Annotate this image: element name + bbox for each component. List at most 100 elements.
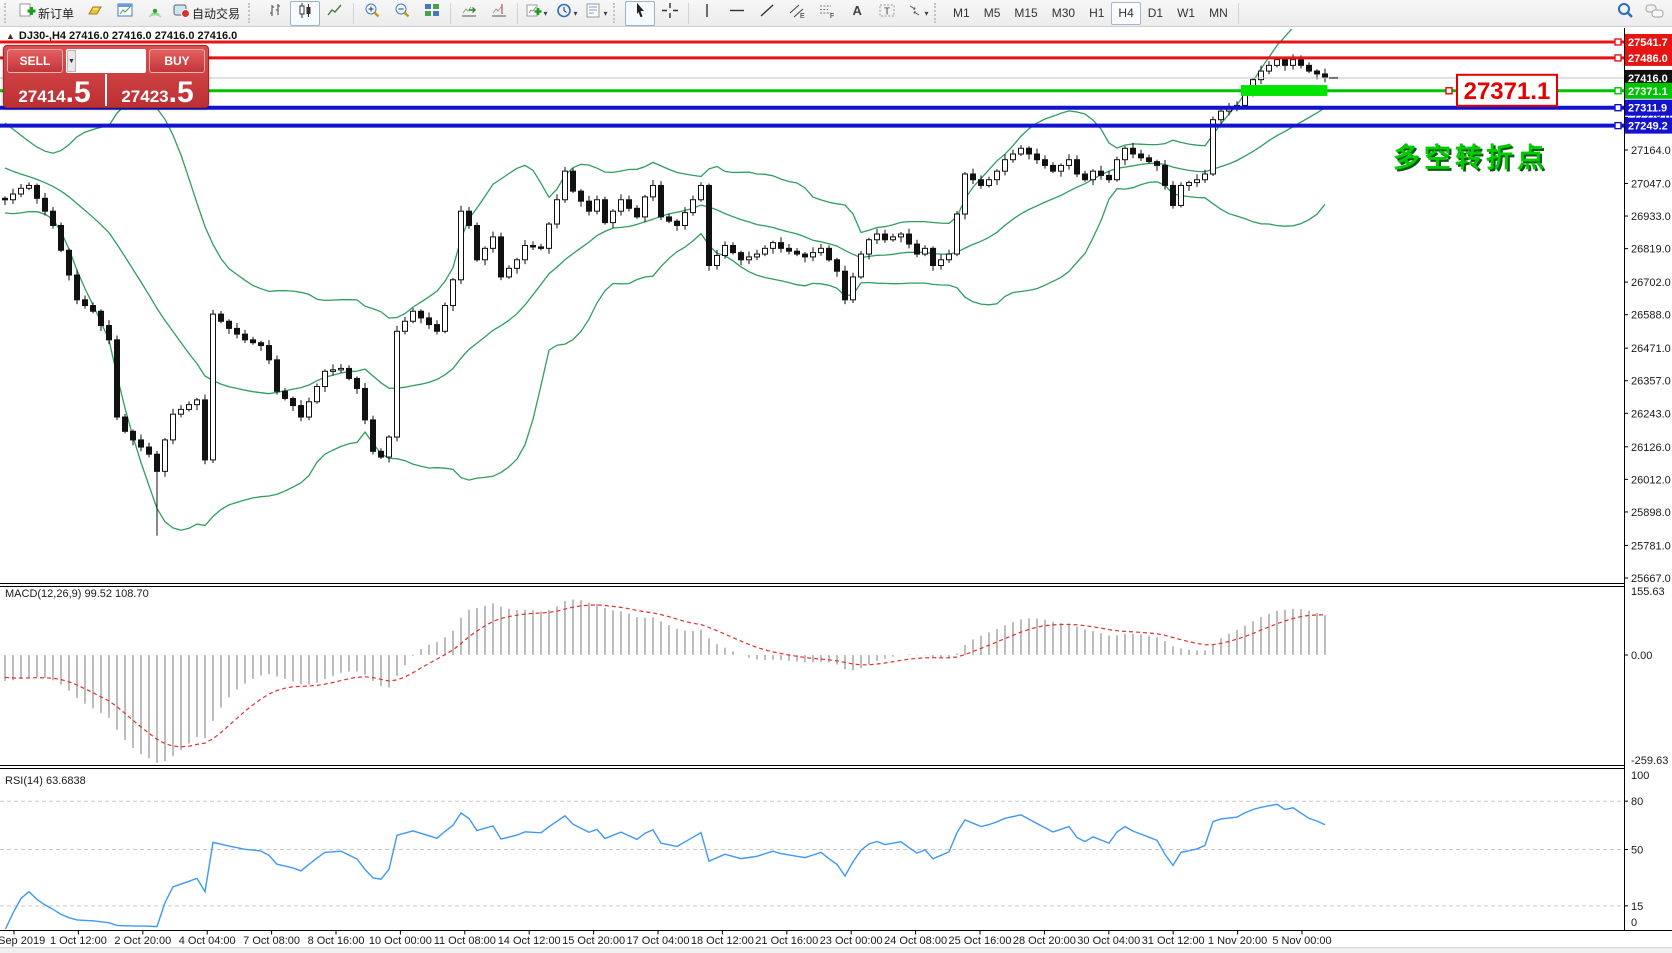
- line-anchor-marker: [1446, 88, 1452, 94]
- chart-window-icon: [116, 2, 134, 24]
- timeframe-m15-button[interactable]: M15: [1007, 2, 1044, 25]
- cn-annotation-text[interactable]: 多空转折点: [1393, 142, 1548, 173]
- timeframe-label: M15: [1014, 6, 1037, 20]
- equidistant-channel-button[interactable]: E: [782, 1, 812, 26]
- timeframe-m30-button[interactable]: M30: [1045, 2, 1082, 25]
- one-click-trading-panel: SELL ▼ ▲ BUY 27414 .5 27423 .5: [3, 45, 209, 108]
- vertical-line-button[interactable]: [692, 1, 722, 26]
- buy-price[interactable]: 27423 .5: [105, 74, 208, 106]
- timeframe-label: M30: [1052, 6, 1075, 20]
- zoom-in-button[interactable]: [357, 1, 387, 26]
- svg-text:26012.0: 26012.0: [1631, 474, 1671, 486]
- chat-bubbles-icon: [1645, 2, 1665, 25]
- price-badge: 27249.2: [1625, 118, 1672, 134]
- time-axis-label: 24 Oct 08:00: [884, 935, 947, 947]
- time-axis-label: 2 Oct 20:00: [114, 935, 171, 947]
- toolbar-separator: [517, 3, 518, 24]
- toolbar-separator: [1238, 3, 1239, 24]
- candlestick-chart-button[interactable]: [290, 1, 320, 26]
- text-button[interactable]: A: [842, 1, 872, 26]
- auto-scroll-button[interactable]: [454, 1, 484, 26]
- timeframe-label: M5: [984, 6, 1001, 20]
- timeframe-m5-button[interactable]: M5: [977, 2, 1008, 25]
- line-chart-button[interactable]: [320, 1, 350, 26]
- svg-text:26357.0: 26357.0: [1631, 376, 1671, 388]
- timeframe-mn-button[interactable]: MN: [1202, 2, 1235, 25]
- text-label-button[interactable]: T: [872, 1, 902, 26]
- time-axis-label: 21 Oct 16:00: [755, 935, 818, 947]
- macd-label: MACD(12,26,9) 99.52 108.70: [5, 588, 149, 600]
- dropdown-caret-icon: ▾: [544, 9, 548, 18]
- indicators-button[interactable]: ▾: [521, 1, 551, 26]
- new-order-button[interactable]: 新订单: [16, 1, 80, 26]
- tile-windows-button[interactable]: [417, 1, 447, 26]
- buy-price-main: 27423: [121, 88, 168, 105]
- sell-price-pips: .5: [66, 80, 91, 106]
- toolbar-grip: [934, 3, 942, 23]
- svg-text:80: 80: [1631, 796, 1643, 808]
- time-axis-label: 31 Oct 12:00: [1142, 935, 1205, 947]
- arrows-button[interactable]: ▾: [902, 1, 932, 26]
- time-axis-label: 23 Oct 00:00: [820, 935, 883, 947]
- timeframe-d1-button[interactable]: D1: [1141, 2, 1170, 25]
- svg-text:26819.0: 26819.0: [1631, 244, 1671, 256]
- search-button[interactable]: [1610, 1, 1640, 26]
- horizontal-line-button[interactable]: [722, 1, 752, 26]
- signals-button[interactable]: [140, 1, 170, 26]
- svg-text:27371.1: 27371.1: [1628, 86, 1668, 98]
- time-axis-label: 7 Oct 08:00: [243, 935, 300, 947]
- dropdown-caret-icon: ▾: [604, 9, 608, 18]
- sell-price[interactable]: 27414 .5: [4, 74, 105, 106]
- periods-button[interactable]: ▾: [551, 1, 581, 26]
- horizontal-line-icon: [728, 2, 746, 24]
- svg-text:50: 50: [1631, 845, 1643, 857]
- cursor-button[interactable]: [625, 1, 655, 26]
- time-axis-label: 11 Oct 08:00: [434, 935, 496, 947]
- symbol-marker-icon: ▲: [6, 31, 15, 41]
- line-chart-icon: [326, 2, 344, 24]
- new-chart-button[interactable]: [110, 1, 140, 26]
- timeframe-h1-button[interactable]: H1: [1082, 2, 1111, 25]
- toolbar-separator: [688, 3, 689, 24]
- timeframe-m1-button[interactable]: M1: [946, 2, 977, 25]
- timeframe-h4-button[interactable]: H4: [1111, 2, 1140, 25]
- price-axis[interactable]: [1625, 28, 1672, 947]
- volume-input[interactable]: [76, 50, 146, 72]
- chart-shift-button[interactable]: [484, 1, 514, 26]
- time-axis-label: 14 Oct 12:00: [498, 935, 561, 947]
- zoom-out-icon: [393, 2, 411, 24]
- symbol-ohlc-text: DJ30-,H4 27416.0 27416.0 27416.0 27416.0: [19, 30, 237, 42]
- timeframe-w1-button[interactable]: W1: [1170, 2, 1202, 25]
- time-axis-label: 30 Sep 2019: [0, 935, 45, 947]
- sell-button[interactable]: SELL: [7, 49, 63, 73]
- toolbar-separator: [450, 3, 451, 24]
- volume-decrease-button[interactable]: ▼: [67, 50, 76, 72]
- bar-chart-button[interactable]: [260, 1, 290, 26]
- fibonacci-button[interactable]: F: [812, 1, 842, 26]
- cursor-arrow-icon: [631, 2, 649, 24]
- toolbar-gold-button[interactable]: [80, 1, 110, 26]
- autotrading-button[interactable]: 自动交易: [170, 1, 246, 26]
- sell-button-label: SELL: [20, 54, 51, 68]
- arrows-icon: [906, 2, 924, 24]
- crosshair-button[interactable]: [655, 1, 685, 26]
- price-callout-box[interactable]: 27371.1: [1457, 75, 1557, 106]
- trendline-button[interactable]: [752, 1, 782, 26]
- text-label-icon: T: [878, 2, 896, 24]
- zoom-out-button[interactable]: [387, 1, 417, 26]
- templates-button[interactable]: ▾: [581, 1, 611, 26]
- svg-text:26243.0: 26243.0: [1631, 408, 1671, 420]
- svg-text:A: A: [853, 3, 863, 18]
- new-order-icon: [19, 2, 37, 24]
- chart-canvas[interactable]: 27509.027278.027164.027047.026933.026819…: [0, 0, 1672, 953]
- buy-button[interactable]: BUY: [149, 49, 205, 73]
- svg-text:T: T: [884, 7, 890, 18]
- svg-text:-259.63: -259.63: [1631, 755, 1668, 767]
- trading-platform-window: 27509.027278.027164.027047.026933.026819…: [0, 0, 1672, 953]
- search-icon: [1616, 2, 1635, 25]
- toolbar-grip: [4, 3, 12, 23]
- timeframe-label: H4: [1118, 6, 1133, 20]
- chat-button[interactable]: [1640, 1, 1670, 26]
- time-axis-label: 4 Oct 04:00: [179, 935, 236, 947]
- main-toolbar: 新订单 自动交易: [0, 0, 1672, 27]
